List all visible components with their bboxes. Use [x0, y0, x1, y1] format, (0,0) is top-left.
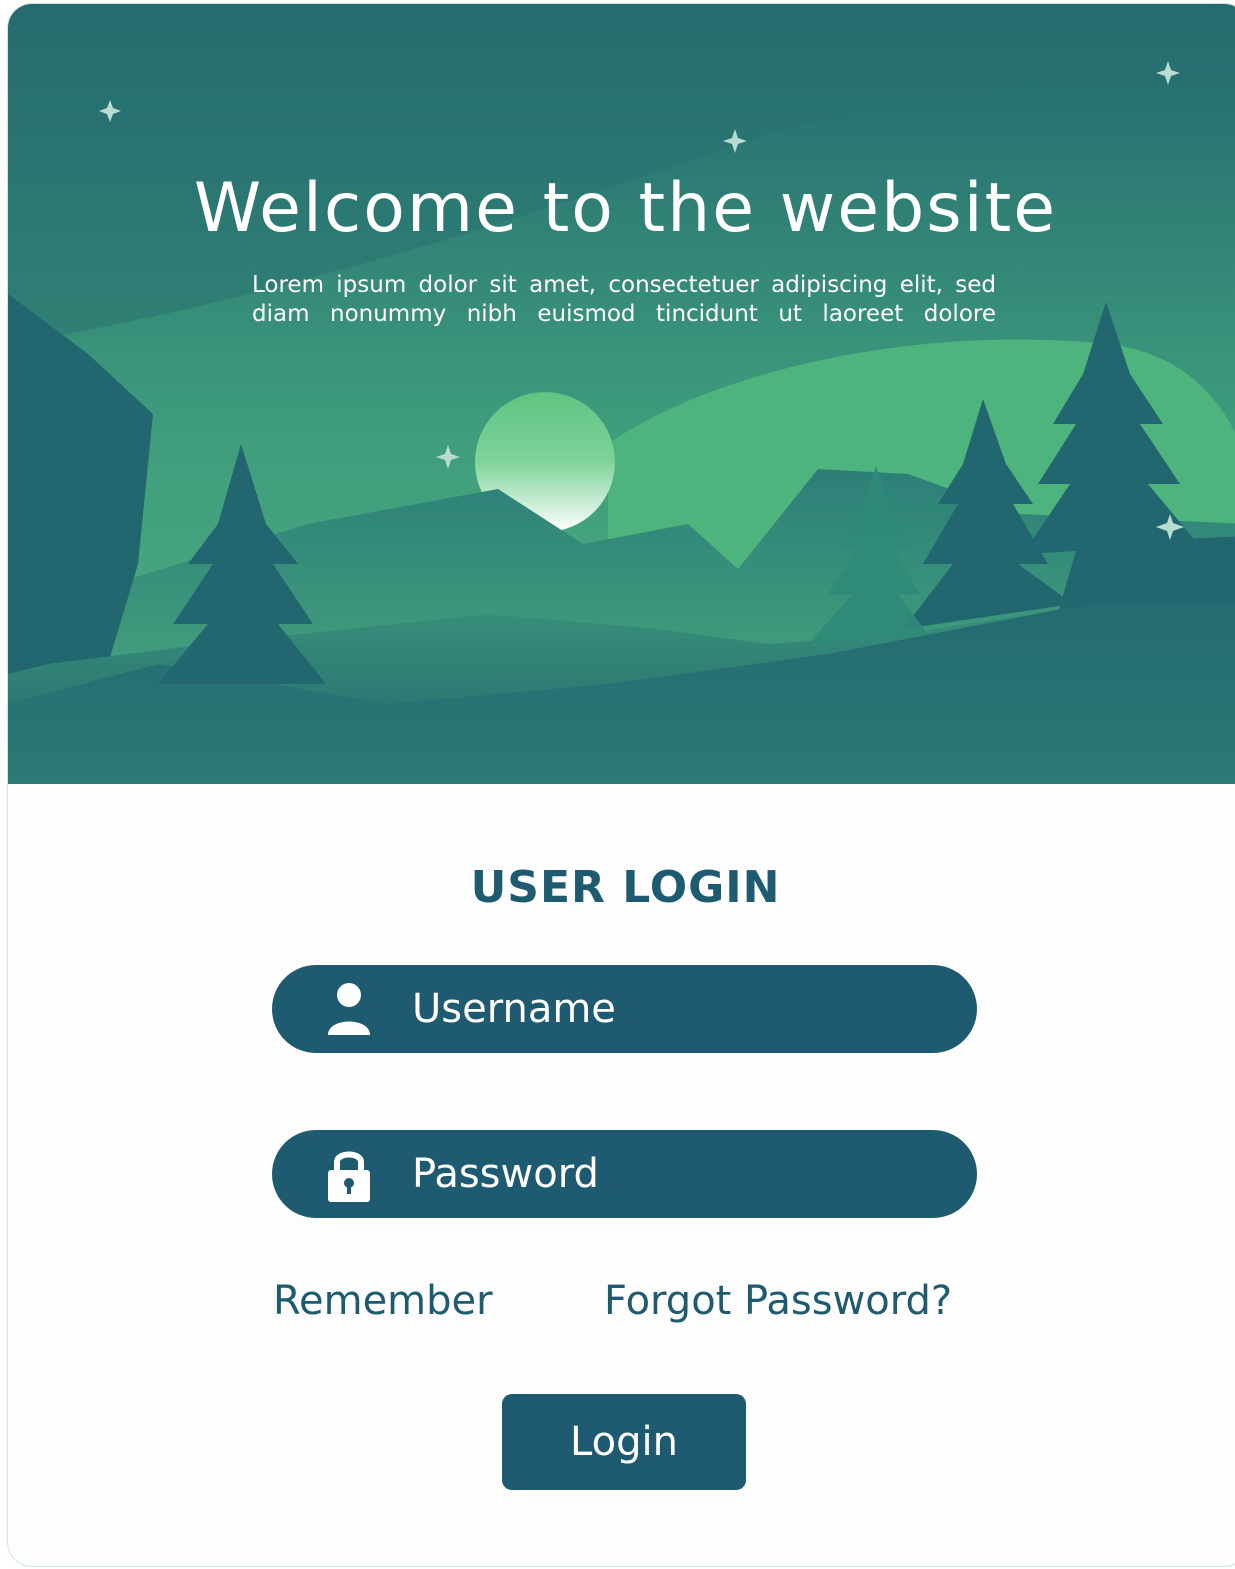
- hero-subtitle: Lorem ipsum dolor sit amet, consectetuer…: [252, 272, 996, 327]
- hero-title: Welcome to the website: [193, 169, 1058, 248]
- landscape-illustration: [8, 4, 1235, 784]
- lock-icon: [328, 1151, 370, 1202]
- username-field[interactable]: [272, 965, 977, 1053]
- login-card: Welcome to the website Lorem ipsum dolor…: [8, 4, 1235, 1566]
- password-input[interactable]: [412, 1144, 932, 1204]
- user-icon: [328, 983, 370, 1035]
- login-button[interactable]: Login: [502, 1394, 746, 1490]
- remember-link[interactable]: Remember: [273, 1278, 493, 1324]
- hero-banner: Welcome to the website Lorem ipsum dolor…: [8, 4, 1235, 784]
- username-input[interactable]: [412, 979, 932, 1039]
- forgot-password-link[interactable]: Forgot Password?: [604, 1278, 952, 1324]
- password-field[interactable]: [272, 1130, 977, 1218]
- login-title: USER LOGIN: [470, 862, 781, 913]
